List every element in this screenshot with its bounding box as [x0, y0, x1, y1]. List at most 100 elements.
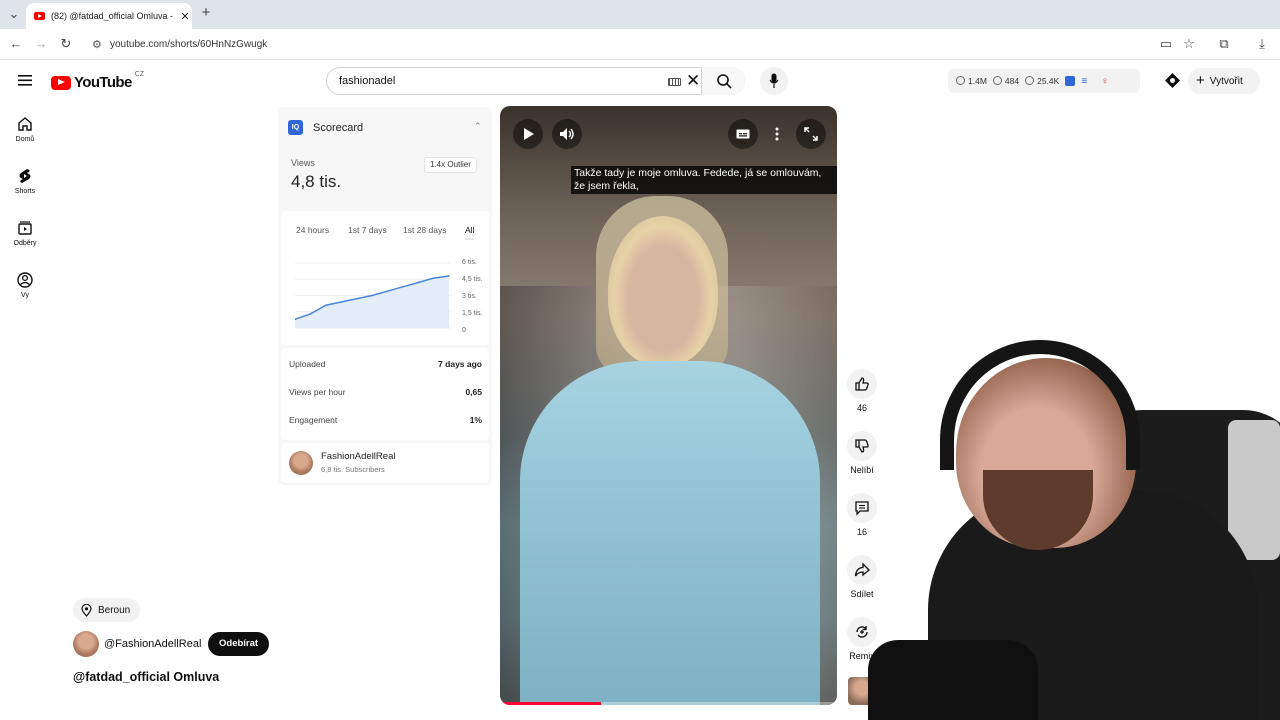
guide-item-shorts[interactable]: Shorts — [6, 168, 44, 195]
meta-value: 1% — [469, 415, 482, 425]
chart-tab-all[interactable]: All — [465, 225, 475, 240]
chart-tab-24h[interactable]: 24 hours — [296, 225, 329, 235]
browser-tab[interactable]: (82) @fatdad_official Omluva - ✕ — [26, 3, 192, 29]
shorts-video-player[interactable]: Takže tady je moje omluva. Fedede, já se… — [500, 106, 837, 705]
chart-point — [432, 277, 435, 279]
location-pin-icon — [81, 603, 92, 617]
list-icon[interactable]: ≡ — [1081, 76, 1087, 87]
chart-tab-28d[interactable]: 1st 28 days — [403, 225, 446, 235]
chart-tab-7d[interactable]: 1st 7 days — [348, 225, 387, 235]
outlier-badge: 1.4x Outlier — [424, 157, 477, 173]
comments-count: 16 — [856, 527, 867, 537]
fullscreen-button[interactable] — [796, 119, 826, 149]
meta-label: Uploaded — [289, 359, 326, 369]
chart-point — [355, 297, 358, 300]
streamer-arm — [868, 640, 1038, 720]
guide-item-home[interactable]: Domů — [6, 116, 44, 143]
meta-value: 0,65 — [465, 387, 482, 397]
studio-clapper-icon[interactable] — [1164, 72, 1181, 89]
location-chip[interactable]: Beroun — [73, 598, 141, 622]
play-icon — [524, 128, 534, 140]
channel-card[interactable]: FashionAdellReal 6,8 tis. Subscribers — [281, 443, 489, 483]
metadata-card: Uploaded 7 days ago Views per hour 0,65 … — [281, 348, 489, 440]
cast-icon[interactable]: ▭ — [1158, 37, 1174, 51]
create-button[interactable]: + Vytvořit — [1188, 68, 1260, 94]
chart-point — [371, 294, 373, 297]
collapse-chevron-icon[interactable]: ⌃ — [474, 121, 482, 132]
guide-item-subscriptions[interactable]: Odběry — [6, 220, 44, 247]
guide-item-label: Odběry — [13, 240, 37, 247]
menu-hamburger-icon[interactable] — [18, 74, 33, 87]
voice-search-button[interactable] — [760, 67, 788, 95]
back-arrow-icon[interactable]: ← — [8, 37, 24, 51]
video-frame-face — [608, 216, 718, 366]
vidiq-icon[interactable] — [1065, 76, 1076, 86]
chart-point — [448, 275, 450, 277]
headphones-icon — [940, 340, 1140, 470]
watching-stat-value: 484 — [1004, 76, 1020, 86]
search-box[interactable]: fashionadel ✕ — [326, 67, 745, 95]
site-settings-icon[interactable]: ⚙ — [92, 38, 102, 51]
chart-point — [309, 313, 312, 315]
plus-icon: + — [1196, 72, 1205, 89]
eye-icon — [992, 76, 1002, 85]
meta-label: Views per hour — [289, 387, 346, 397]
region-code: CZ — [134, 71, 145, 78]
volume-button[interactable] — [552, 119, 582, 149]
search-input[interactable]: fashionadel — [339, 75, 395, 87]
forward-arrow-icon[interactable]: → — [33, 37, 49, 51]
volume-icon — [560, 128, 574, 140]
browser-tab-bar: ⌄ (82) @fatdad_official Omluva - ✕ + — [0, 0, 1280, 29]
clear-search-icon[interactable]: ✕ — [686, 72, 700, 90]
meta-value: 7 days ago — [438, 359, 482, 369]
download-icon[interactable]: ⤓ — [1254, 37, 1270, 51]
views-chart-card: 24 hours 1st 7 days 1st 28 days All 6 ti… — [281, 211, 489, 345]
y-tick-label: 0 — [462, 327, 466, 334]
channel-avatar[interactable] — [289, 451, 313, 475]
youtube-play-logo-icon — [51, 75, 71, 90]
youtube-favicon-icon — [34, 12, 45, 20]
chart-point — [386, 290, 389, 292]
account-icon — [17, 272, 33, 288]
more-vertical-icon — [775, 127, 779, 141]
location-label: Beroun — [98, 604, 131, 616]
guide-item-you[interactable]: Vy — [6, 272, 44, 299]
y-tick-label: 3 tis. — [462, 293, 477, 300]
video-frame-hoodie — [520, 361, 820, 705]
extension-stats-bar[interactable]: 1.4M 484 25.4K ≡ ♀ — [948, 69, 1140, 93]
scorecard-panel: IQ Scorecard ⌃ Views 4,8 tis. 1.4x Outli… — [278, 107, 492, 485]
badge-icon[interactable]: ♀ — [1101, 76, 1109, 87]
play-button[interactable] — [513, 119, 543, 149]
shorts-icon — [19, 169, 31, 183]
youtube-logo[interactable]: YouTube CZ — [51, 71, 145, 91]
channel-subscribers: 6,8 tis. Subscribers — [321, 465, 385, 474]
uploader-handle[interactable]: @FashionAdellReal — [104, 638, 201, 650]
bookmark-star-icon[interactable]: ☆ — [1181, 37, 1197, 51]
keyboard-icon[interactable] — [668, 78, 681, 86]
y-tick-label: 1,5 tis. — [462, 310, 483, 317]
channel-name[interactable]: FashionAdellReal — [321, 451, 395, 462]
chart-point — [417, 281, 419, 284]
address-bar: ← → ↻ ⚙ youtube.com/shorts/60HnNzGwugk ▭… — [0, 29, 1280, 60]
tab-list-chevron-icon[interactable]: ⌄ — [6, 7, 22, 21]
search-button[interactable] — [701, 67, 745, 95]
tab-close-icon[interactable]: ✕ — [178, 10, 192, 23]
extensions-icon[interactable]: ⧉ — [1216, 37, 1232, 51]
subscribe-button[interactable]: Odebírat — [208, 632, 270, 656]
guide-item-label: Shorts — [14, 188, 36, 195]
tab-title: (82) @fatdad_official Omluva - — [51, 11, 174, 21]
vidiq-logo-icon: IQ — [288, 120, 303, 135]
like-count: 46 — [856, 403, 867, 413]
video-progress-fill — [500, 702, 602, 705]
url-field[interactable]: youtube.com/shorts/60HnNzGwugk — [110, 39, 267, 50]
new-tab-icon[interactable]: + — [198, 5, 214, 20]
captions-icon — [736, 129, 750, 139]
more-options-button[interactable] — [762, 119, 792, 149]
reload-icon[interactable]: ↻ — [58, 37, 74, 51]
video-progress-bar[interactable] — [500, 702, 837, 705]
captions-button[interactable] — [728, 119, 758, 149]
guide-item-label: Vy — [21, 292, 29, 299]
gaming-chair-accent — [1228, 420, 1280, 560]
uploader-avatar[interactable] — [73, 631, 99, 657]
chart-point — [402, 286, 404, 288]
